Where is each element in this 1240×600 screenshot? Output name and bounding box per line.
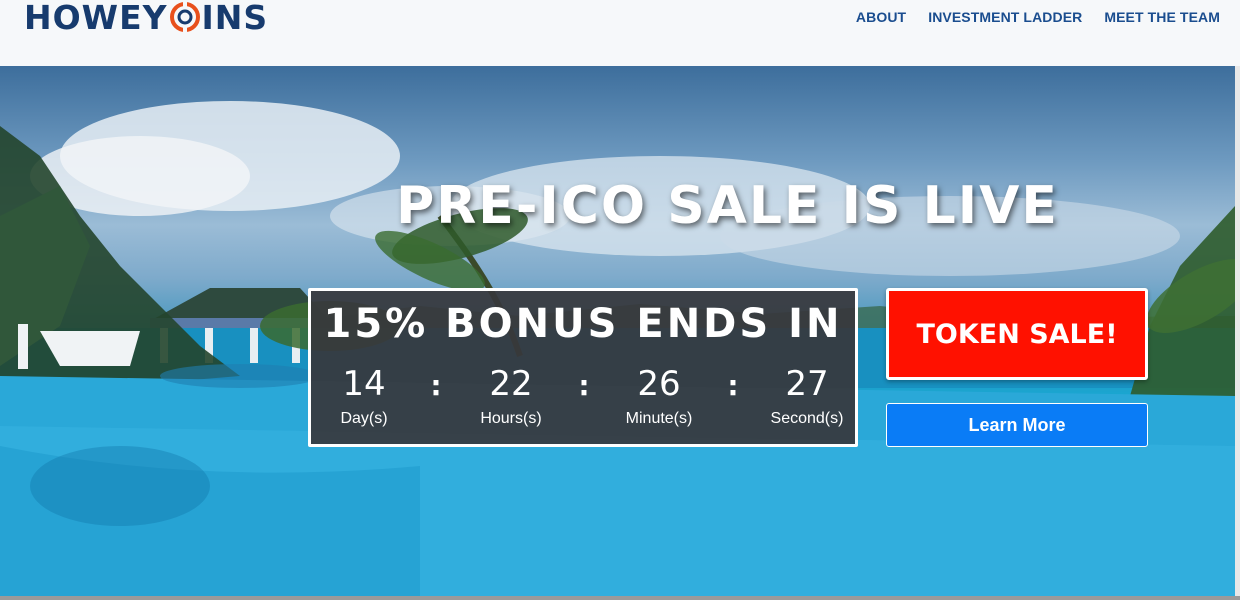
- countdown-separator: :: [430, 369, 442, 402]
- coin-logo-icon: [169, 2, 200, 32]
- minutes-label: Minute(s): [625, 410, 693, 427]
- countdown-seconds: 27 Second(s): [752, 364, 862, 428]
- token-sale-button[interactable]: TOKEN SALE!: [886, 288, 1148, 380]
- seconds-label: Second(s): [770, 410, 844, 427]
- hero-headline: PRE-ICO SALE IS LIVE: [396, 176, 1059, 236]
- page-scrollbar[interactable]: [1235, 66, 1240, 596]
- days-label: Day(s): [340, 410, 388, 427]
- countdown-panel: 15% BONUS ENDS IN 14 Day(s) : 22 Hours(s…: [308, 288, 858, 447]
- main-nav: ABOUT INVESTMENT LADDER MEET THE TEAM: [856, 9, 1220, 25]
- countdown-hours: 22 Hours(s): [456, 364, 566, 428]
- hours-value: 22: [489, 364, 533, 404]
- countdown-minutes: 26 Minute(s): [604, 364, 714, 428]
- howeycoins-logo[interactable]: HOWEY INS: [24, 0, 269, 37]
- countdown-separator: :: [578, 369, 590, 402]
- bonus-title: 15% BONUS ENDS IN: [323, 301, 843, 347]
- site-header: HOWEY INS ABOUT INVESTMENT LADDER MEET T…: [0, 0, 1240, 66]
- countdown-days: 14 Day(s): [309, 364, 419, 428]
- bottom-divider: [0, 596, 1240, 600]
- minutes-value: 26: [637, 364, 681, 404]
- seconds-value: 27: [785, 364, 829, 404]
- hours-label: Hours(s): [480, 410, 542, 427]
- logo-text-left: HOWEY: [24, 0, 168, 37]
- logo-text-right: INS: [201, 0, 269, 37]
- learn-more-button[interactable]: Learn More: [886, 403, 1148, 447]
- nav-investment-ladder[interactable]: INVESTMENT LADDER: [928, 9, 1082, 25]
- countdown-separator: :: [727, 369, 739, 402]
- nav-about[interactable]: ABOUT: [856, 9, 906, 25]
- nav-meet-the-team[interactable]: MEET THE TEAM: [1104, 9, 1220, 25]
- days-value: 14: [342, 364, 386, 404]
